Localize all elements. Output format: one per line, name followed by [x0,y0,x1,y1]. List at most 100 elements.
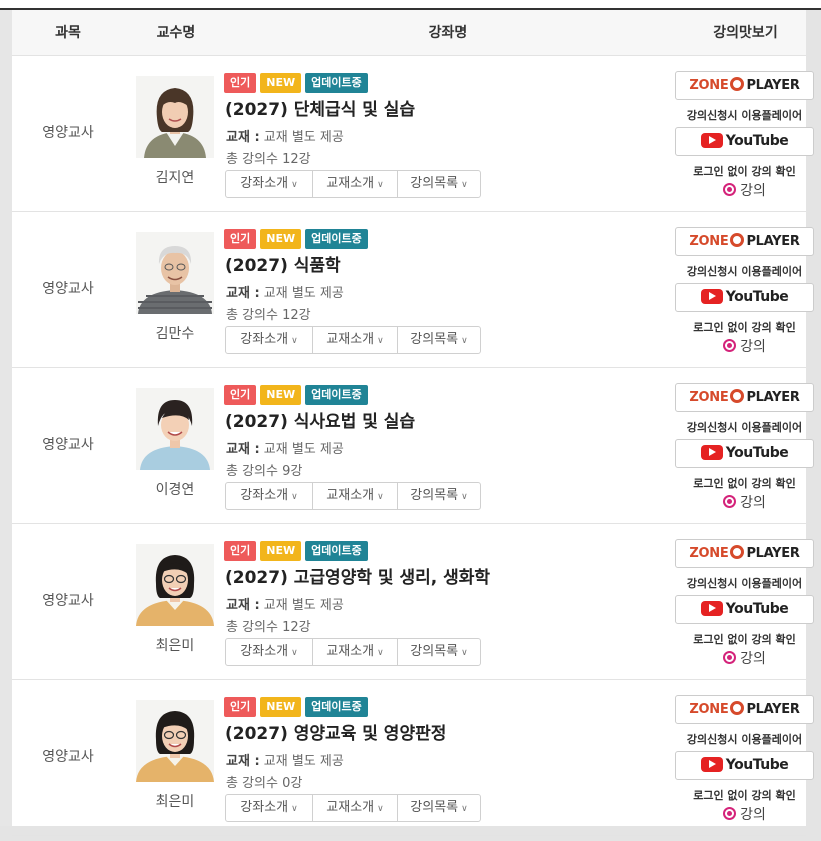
zoneplayer-button[interactable]: ZONE PLAYER [675,71,814,100]
player-caption: 강의신청시 이용플레이어 [686,265,803,278]
sample-lecture-link[interactable]: 강의 [667,180,821,200]
player-caption: 강의신청시 이용플레이어 [686,733,803,746]
lecture-count: 총 강의수 12강 [226,308,311,323]
book-info: 교재 : 교재 별도 제공 [226,438,344,457]
zoneplayer-button[interactable]: ZONE PLAYER [675,539,814,568]
book-label: 교재 : [226,130,260,145]
youtube-label: YouTube [725,445,789,461]
course-title[interactable]: (2027) 식사요법 및 실습 [225,407,415,432]
zoneplayer-logo-icon [730,77,745,91]
course-title[interactable]: (2027) 영양교육 및 영양판정 [225,719,446,744]
badge-updating: 업데이트중 [305,541,368,561]
youtube-caption: 로그인 없이 강의 확인 [693,789,796,802]
professor-photo[interactable] [136,76,214,158]
course-intro-dropdown[interactable]: 강좌소개 ∨ [226,639,312,665]
course-dropdowns: 강좌소개 ∨ 교재소개 ∨ 강의목록 ∨ [225,794,481,822]
badge-group: 인기 NEW 업데이트중 [224,385,368,405]
professor-name[interactable]: 최은미 [122,791,228,811]
professor-photo[interactable] [136,700,214,782]
chevron-down-icon: ∨ [291,492,298,502]
zoneplayer-button[interactable]: ZONE PLAYER [675,227,814,256]
lecture-count: 총 강의수 9강 [226,464,303,479]
lecture-count: 총 강의수 0강 [226,776,303,791]
professor-name[interactable]: 최은미 [122,635,228,655]
youtube-play-icon [700,757,723,772]
professor-photo[interactable] [136,388,214,470]
sample-lecture-link[interactable]: 강의 [667,804,821,824]
youtube-play-icon [700,601,723,616]
book-label: 교재 : [226,754,260,769]
player-text: PLAYER [746,390,800,405]
player-text: PLAYER [746,234,800,249]
zoneplayer-button[interactable]: ZONE PLAYER [675,695,814,724]
professor-name[interactable]: 이경연 [122,479,228,499]
chevron-down-icon: ∨ [461,648,468,658]
subject-cell: 영양교사 [42,593,94,609]
badge-updating: 업데이트중 [305,697,368,717]
book-text: 교재 별도 제공 [263,598,344,613]
book-label: 교재 : [226,442,260,457]
sample-label: 강의 [740,339,766,355]
zoneplayer-button[interactable]: ZONE PLAYER [675,383,814,412]
sample-lecture-link[interactable]: 강의 [667,492,821,512]
radio-icon [723,495,737,508]
course-title[interactable]: (2027) 고급영양학 및 생리, 생화학 [225,563,490,588]
professor-photo[interactable] [136,544,214,626]
lecture-list-dropdown[interactable]: 강의목록 ∨ [397,171,480,197]
professor-name[interactable]: 김만수 [122,323,228,343]
course-intro-dropdown[interactable]: 강좌소개 ∨ [226,795,312,821]
course-intro-label: 강좌소개 [240,644,289,659]
table-row: 영양교사 김지연 인기 NEW 업데이트중 (2027) 단체급식 및 실습 교… [12,56,814,212]
table-header: 과목 교수명 강좌명 강의맛보기 [12,10,806,56]
book-info: 교재 : 교재 별도 제공 [226,126,344,145]
table-row: 영양교사 최은미 인기 NEW 업데이트중 (2027) 영양교육 및 영양판정… [12,680,814,836]
badge-hot: 인기 [224,697,257,717]
book-info: 교재 : 교재 별도 제공 [226,282,344,301]
lecture-list-dropdown[interactable]: 강의목록 ∨ [397,327,480,353]
badge-hot: 인기 [224,541,257,561]
book-intro-dropdown[interactable]: 교재소개 ∨ [312,639,397,665]
youtube-button[interactable]: YouTube [675,751,814,780]
lecture-list-dropdown[interactable]: 강의목록 ∨ [397,795,480,821]
chevron-down-icon: ∨ [377,804,384,814]
chevron-down-icon: ∨ [461,804,468,814]
lecture-list-dropdown[interactable]: 강의목록 ∨ [397,483,480,509]
book-intro-label: 교재소개 [326,176,375,191]
badge-hot: 인기 [224,73,257,93]
course-title[interactable]: (2027) 식품학 [225,251,341,276]
lecture-count: 총 강의수 12강 [226,152,311,167]
youtube-button[interactable]: YouTube [675,283,814,312]
badge-hot: 인기 [224,229,257,249]
course-intro-dropdown[interactable]: 강좌소개 ∨ [226,171,312,197]
sample-lecture-link[interactable]: 강의 [667,336,821,356]
book-intro-dropdown[interactable]: 교재소개 ∨ [312,795,397,821]
course-dropdowns: 강좌소개 ∨ 교재소개 ∨ 강의목록 ∨ [225,638,481,666]
player-caption: 강의신청시 이용플레이어 [686,421,803,434]
professor-name[interactable]: 김지연 [122,167,228,187]
youtube-button[interactable]: YouTube [675,127,814,156]
zone-text: ZONE [689,702,729,717]
course-dropdowns: 강좌소개 ∨ 교재소개 ∨ 강의목록 ∨ [225,170,481,198]
player-text: PLAYER [746,78,800,93]
youtube-button[interactable]: YouTube [675,595,814,624]
lecture-list-dropdown[interactable]: 강의목록 ∨ [397,639,480,665]
youtube-caption: 로그인 없이 강의 확인 [693,477,796,490]
course-intro-dropdown[interactable]: 강좌소개 ∨ [226,327,312,353]
sample-lecture-link[interactable]: 강의 [667,648,821,668]
chevron-down-icon: ∨ [291,336,298,346]
book-label: 교재 : [226,286,260,301]
book-intro-dropdown[interactable]: 교재소개 ∨ [312,171,397,197]
zone-text: ZONE [689,546,729,561]
course-intro-label: 강좌소개 [240,176,289,191]
course-title[interactable]: (2027) 단체급식 및 실습 [225,95,415,120]
lecture-list-label: 강의목록 [410,488,459,503]
chevron-down-icon: ∨ [461,180,468,190]
course-dropdowns: 강좌소개 ∨ 교재소개 ∨ 강의목록 ∨ [225,326,481,354]
badge-updating: 업데이트중 [305,385,368,405]
zone-text: ZONE [689,78,729,93]
book-intro-dropdown[interactable]: 교재소개 ∨ [312,483,397,509]
course-intro-dropdown[interactable]: 강좌소개 ∨ [226,483,312,509]
youtube-button[interactable]: YouTube [675,439,814,468]
book-intro-dropdown[interactable]: 교재소개 ∨ [312,327,397,353]
professor-photo[interactable] [136,232,214,314]
